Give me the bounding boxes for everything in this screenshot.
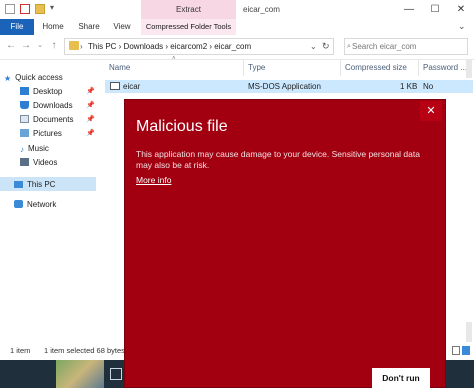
column-header-password[interactable]: Password ... (423, 62, 467, 74)
column-divider[interactable] (243, 60, 244, 76)
status-item-count: 1 item (10, 346, 31, 355)
back-icon[interactable]: ← (5, 40, 17, 52)
folder-icon (69, 41, 79, 50)
sidebar-item-network[interactable]: Network (14, 198, 56, 211)
dont-run-button[interactable]: Don't run (372, 368, 430, 388)
address-history-icon[interactable]: ⌄ (310, 38, 317, 55)
malicious-file-dialog (124, 99, 446, 388)
sidebar-item-label: Network (27, 200, 57, 209)
tab-view[interactable]: View (106, 19, 138, 35)
sidebar-item-label: Documents (33, 115, 74, 124)
sidebar-item-label: Pictures (33, 129, 62, 138)
details-view-icon[interactable] (452, 346, 460, 355)
sidebar-item-label: Downloads (33, 101, 73, 110)
computer-icon (14, 181, 23, 188)
new-folder-icon[interactable] (35, 4, 45, 14)
sidebar-item-label: This PC (27, 180, 56, 189)
maximize-button[interactable]: ☐ (422, 0, 448, 19)
document-icon (20, 115, 29, 123)
file-type: MS-DOS Application (248, 82, 321, 91)
dialog-close-button[interactable]: ✕ (420, 101, 442, 121)
star-icon: ★ (4, 74, 12, 83)
file-password: No (423, 82, 434, 91)
picture-icon (20, 129, 29, 137)
window-title: eicar_com (243, 5, 280, 14)
sidebar-item-desktop[interactable]: Desktop (20, 85, 62, 98)
tab-file[interactable]: File (0, 19, 34, 35)
scrollbar-bottom[interactable] (466, 322, 472, 342)
large-icons-view-icon[interactable] (462, 346, 470, 355)
column-header-type[interactable]: Type (248, 62, 265, 74)
music-icon: ♪ (20, 145, 24, 154)
dialog-title: Malicious file (136, 118, 228, 135)
sidebar-item-label: Videos (33, 158, 58, 167)
pin-icon[interactable]: 📌 (86, 127, 95, 140)
sidebar-item-documents[interactable]: Documents (20, 113, 73, 126)
search-placeholder: Search eicar_com (352, 42, 417, 51)
sidebar-item-music[interactable]: ♪ Music (20, 142, 49, 155)
column-divider[interactable] (418, 60, 419, 76)
file-name[interactable]: eicar (123, 80, 140, 93)
tab-home[interactable]: Home (36, 19, 70, 35)
refresh-icon[interactable]: ↻ (322, 38, 330, 55)
up-icon[interactable]: ↑ (48, 40, 60, 52)
sidebar-item-label: Quick access (15, 73, 63, 82)
minimize-button[interactable]: — (396, 0, 422, 19)
sidebar-item-videos[interactable]: Videos (20, 156, 57, 169)
download-icon (20, 101, 29, 109)
dialog-message: This application may cause damage to you… (136, 149, 420, 170)
sidebar-item-downloads[interactable]: Downloads (20, 99, 73, 112)
column-divider[interactable] (340, 60, 341, 76)
column-header-compressed-size[interactable]: Compressed size (345, 62, 407, 74)
scrollbar-top[interactable] (466, 60, 472, 78)
breadcrumb[interactable]: This PC › Downloads › eicarcom2 › eicar_… (88, 38, 251, 55)
column-header-name[interactable]: Name (109, 62, 130, 74)
video-icon (20, 158, 29, 166)
network-icon (14, 200, 23, 208)
sidebar-item-label: Desktop (33, 87, 63, 96)
more-info-link[interactable]: More info (136, 175, 171, 186)
status-selection: 1 item selected 68 bytes (44, 346, 125, 355)
customize-toolbar-icon[interactable]: ▾ (50, 3, 54, 12)
desktop-icon (20, 87, 29, 95)
sidebar-item-label: Music (28, 144, 49, 153)
file-size: 1 KB (400, 82, 418, 91)
forward-icon[interactable]: → (20, 40, 32, 52)
sort-up-icon: ˄ (172, 56, 176, 62)
pin-icon[interactable]: 📌 (86, 99, 95, 112)
pin-icon[interactable]: 📌 (86, 85, 95, 98)
close-window-button[interactable]: ✕ (448, 0, 474, 19)
tab-share[interactable]: Share (72, 19, 106, 35)
application-file-icon (110, 82, 120, 90)
sidebar-item-this-pc[interactable]: This PC (14, 178, 55, 191)
taskbar-app-icon[interactable] (110, 368, 122, 380)
app-folder-icon (5, 4, 15, 14)
properties-icon[interactable] (20, 4, 30, 14)
pin-icon[interactable]: 📌 (86, 113, 95, 126)
sidebar-item-pictures[interactable]: Pictures (20, 127, 62, 140)
sidebar-item-quick-access[interactable]: ★ Quick access (4, 71, 63, 84)
expand-ribbon-icon[interactable]: ⌄ (458, 21, 466, 32)
recent-locations-icon[interactable]: ⌄ (34, 40, 46, 52)
taskbar-thumbnail[interactable] (56, 360, 104, 388)
tab-compressed-folder-tools[interactable]: Compressed Folder Tools (141, 19, 236, 35)
extract-context-tab[interactable]: Extract (141, 0, 236, 19)
chevron-right-icon: › (80, 42, 83, 51)
